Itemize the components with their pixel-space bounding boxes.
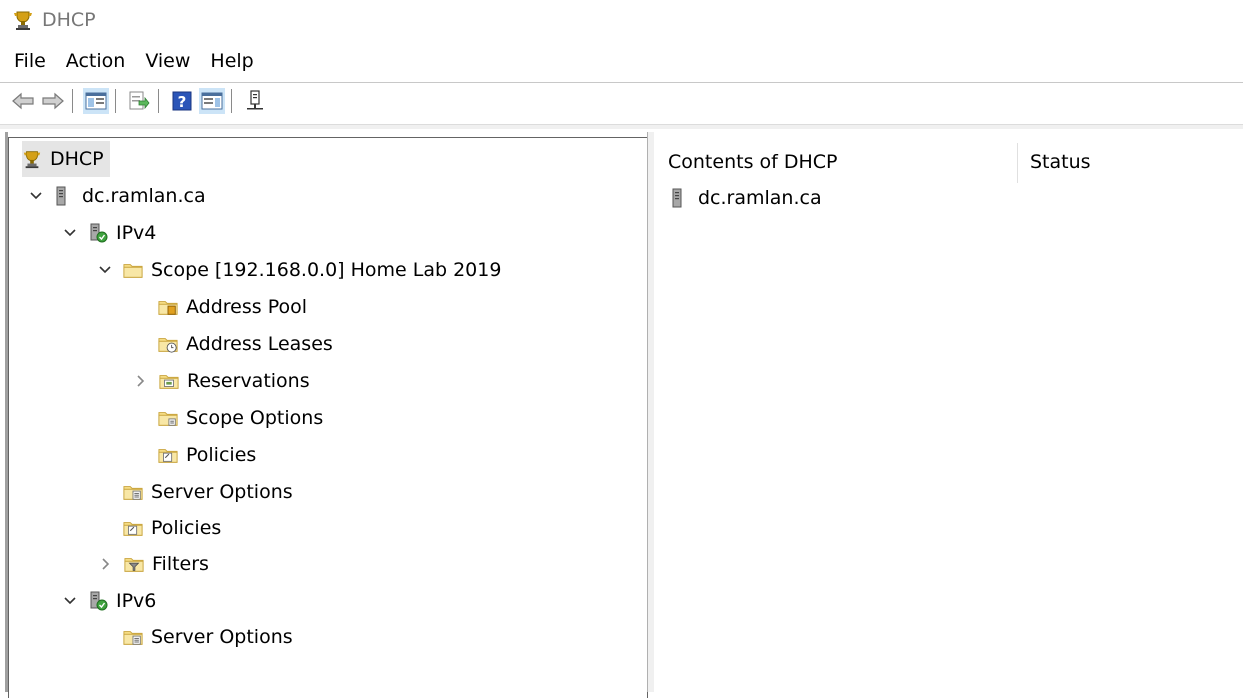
filters-icon (124, 554, 144, 574)
chevron-down-icon[interactable] (28, 188, 44, 204)
policies-icon (158, 445, 178, 465)
pane-splitter[interactable] (647, 132, 654, 692)
export-list-icon (129, 91, 150, 110)
column-header-contents[interactable]: Contents of DHCP (668, 146, 838, 178)
server-icon (670, 188, 690, 208)
tree-node-label: Server Options (151, 481, 293, 503)
show-action-pane-icon (201, 92, 223, 110)
tree-node-ipv4-policies[interactable]: Policies (123, 510, 221, 546)
back-button[interactable] (10, 88, 36, 114)
tree-node-label: IPv4 (116, 222, 157, 244)
server-status-ok-icon (88, 591, 108, 611)
tree-node-label: Filters (152, 553, 209, 575)
tree-node-label: Scope [192.168.0.0] Home Lab 2019 (151, 259, 502, 281)
toolbar-separator (72, 89, 73, 113)
server-icon (54, 186, 74, 206)
menu-help[interactable]: Help (200, 50, 263, 72)
list-item[interactable]: dc.ramlan.ca (670, 187, 822, 209)
scope-options-icon (158, 408, 178, 428)
tree-node-label: Server Options (151, 626, 293, 648)
tree-node-label: Address Leases (186, 333, 333, 355)
show-action-pane-button[interactable] (199, 88, 225, 114)
folder-icon (123, 260, 143, 280)
menu-view[interactable]: View (135, 50, 200, 72)
server-options-icon (123, 627, 143, 647)
tree-node-address-leases[interactable]: Address Leases (158, 326, 333, 362)
policies-icon (123, 518, 143, 538)
column-header-status[interactable]: Status (1030, 146, 1091, 178)
tree-node-label: IPv6 (116, 590, 157, 612)
chevron-down-icon[interactable] (62, 225, 78, 241)
chevron-down-icon[interactable] (97, 262, 113, 278)
toolbar: ? (0, 82, 1243, 119)
reservations-icon (159, 371, 179, 391)
show-hide-console-tree-icon (85, 92, 107, 110)
tree-node-scope-options[interactable]: Scope Options (158, 400, 323, 436)
tree-node-label: Address Pool (186, 296, 308, 318)
tree-node-reservations[interactable]: Reservations (133, 363, 310, 399)
toolbar-separator (231, 89, 232, 113)
help-button[interactable]: ? (169, 88, 195, 114)
tree-node-dhcp-root[interactable]: DHCP (22, 141, 110, 177)
tree-node-address-pool[interactable]: Address Pool (158, 289, 307, 325)
dhcp-trophy-icon (22, 149, 42, 169)
column-header-label: Status (1030, 151, 1091, 173)
forward-button[interactable] (40, 88, 66, 114)
window-title: DHCP (42, 9, 96, 31)
column-divider[interactable] (1017, 143, 1018, 183)
back-arrow-icon (12, 92, 34, 110)
tree-node-ipv4[interactable]: IPv4 (62, 215, 156, 251)
server-connect-button[interactable] (242, 88, 268, 114)
list-item-name: dc.ramlan.ca (698, 187, 822, 209)
address-pool-icon (158, 297, 178, 317)
server-options-icon (123, 482, 143, 502)
menu-file[interactable]: File (0, 50, 56, 72)
show-hide-tree-button[interactable] (83, 88, 109, 114)
menu-action[interactable]: Action (56, 50, 136, 72)
server-status-ok-icon (88, 223, 108, 243)
forward-arrow-icon (42, 92, 64, 110)
tree-node-filters[interactable]: Filters (98, 546, 209, 582)
tree-node-scope-policies[interactable]: Policies (158, 437, 256, 473)
tree-node-scope[interactable]: Scope [192.168.0.0] Home Lab 2019 (97, 252, 501, 288)
details-pane[interactable] (654, 132, 1243, 692)
title-bar: DHCP (0, 0, 1243, 40)
tree-node-ipv4-server-options[interactable]: Server Options (123, 474, 293, 510)
chevron-right-icon[interactable] (133, 373, 149, 389)
tree-node-label: Policies (151, 517, 222, 539)
toolbar-separator (115, 89, 116, 113)
export-list-button[interactable] (126, 88, 152, 114)
tree-node-label: DHCP (50, 148, 104, 170)
toolbar-separator (158, 89, 159, 113)
tree-node-label: Policies (186, 444, 257, 466)
tree-node-server[interactable]: dc.ramlan.ca (28, 178, 206, 214)
tree-node-label: Reservations (187, 370, 310, 392)
content-frame-top (0, 124, 1243, 129)
dhcp-trophy-icon (14, 11, 32, 30)
tree-node-ipv6[interactable]: IPv6 (62, 583, 156, 619)
server-plug-icon (247, 90, 263, 110)
tree-node-label: Scope Options (186, 407, 324, 429)
svg-text:?: ? (178, 93, 187, 111)
help-icon: ? (172, 91, 192, 111)
tree-node-ipv6-server-options[interactable]: Server Options (123, 619, 293, 655)
column-header-label: Contents of DHCP (668, 151, 838, 173)
chevron-down-icon[interactable] (62, 593, 78, 609)
tree-node-label: dc.ramlan.ca (82, 185, 206, 207)
menu-bar: File Action View Help (0, 44, 264, 78)
address-leases-icon (158, 334, 178, 354)
chevron-right-icon[interactable] (98, 556, 114, 572)
